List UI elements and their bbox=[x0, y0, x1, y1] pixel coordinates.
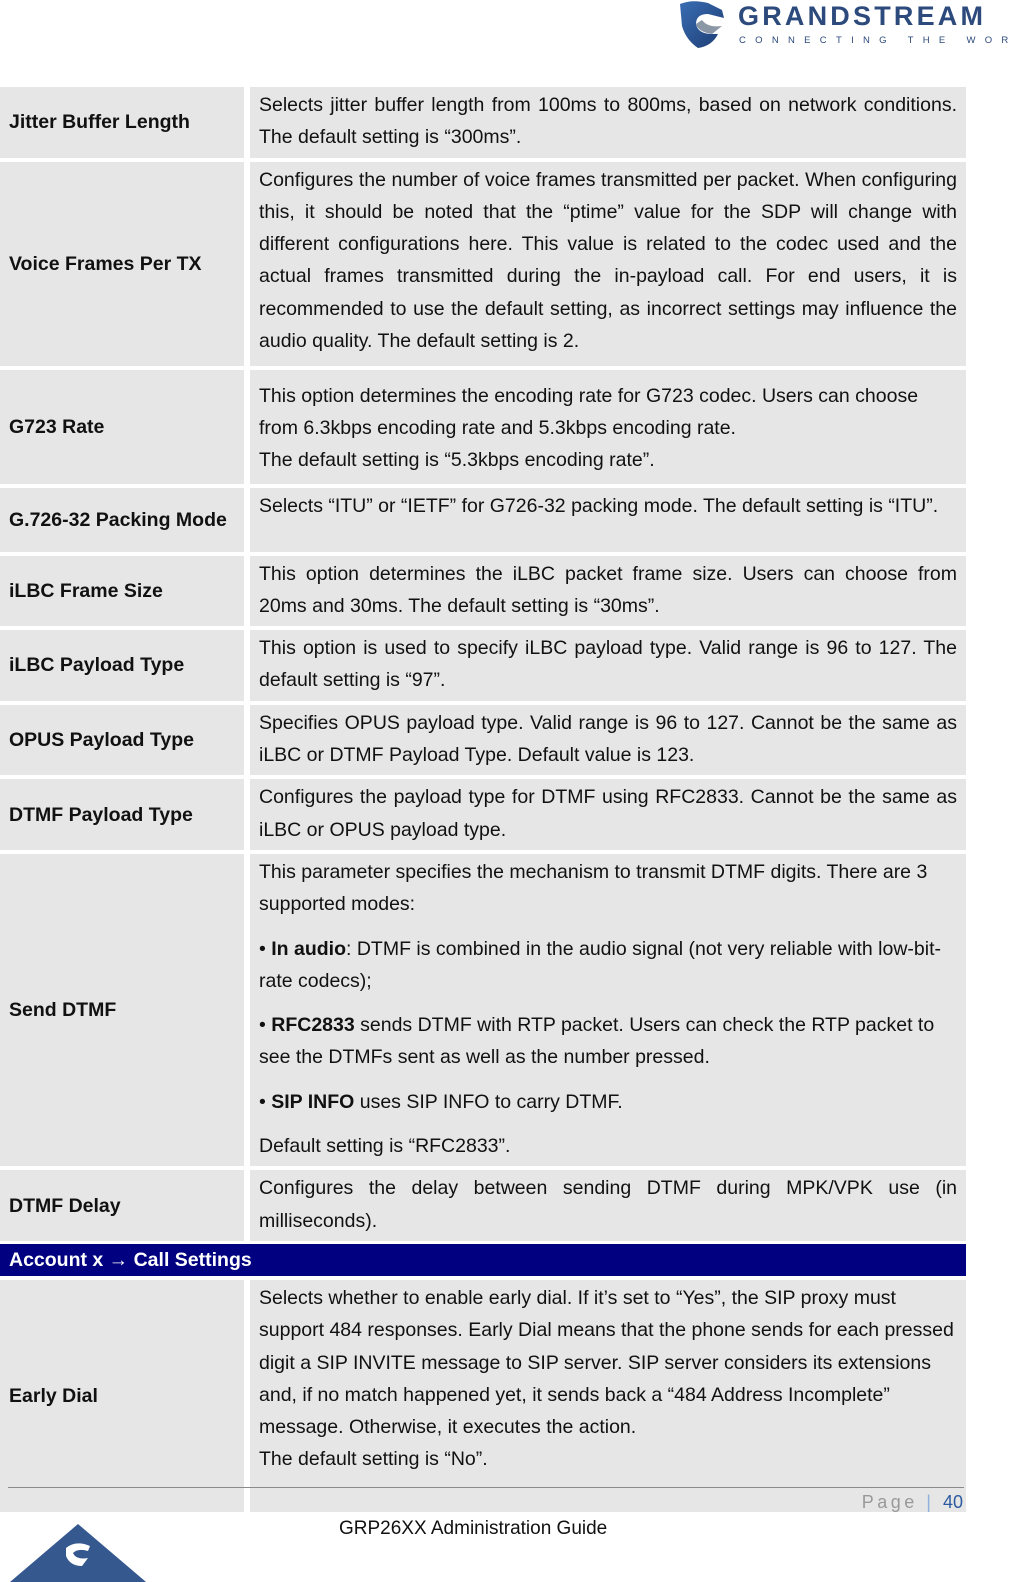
setting-name: DTMF Payload Type bbox=[0, 779, 244, 850]
description-paragraph: Configures the delay between sending DTM… bbox=[259, 1177, 957, 1232]
bullet-text: sends DTMF with RTP packet. Users can ch… bbox=[259, 1014, 935, 1069]
page-number-value: 40 bbox=[942, 1492, 963, 1512]
description-paragraph: Selects “ITU” or “IETF” for G726-32 pack… bbox=[259, 494, 939, 517]
bullet-text: : DTMF is combined in the audio signal (… bbox=[259, 937, 941, 992]
table-row: Send DTMF This parameter specifies the me… bbox=[0, 853, 966, 1167]
table-row: G.726-32 Packing Mode Selects “ITU” or “I… bbox=[0, 487, 966, 552]
table-row: DTMF Delay Configures the delay between s… bbox=[0, 1170, 966, 1241]
default-value: Default setting is “RFC2833”. bbox=[259, 1135, 511, 1158]
page-number: Page | 40 bbox=[862, 1492, 963, 1513]
setting-name: G.726-32 Packing Mode bbox=[0, 487, 244, 552]
setting-description: Configures the payload type for DTMF usi… bbox=[250, 779, 966, 850]
setting-description: Selects “ITU” or “IETF” for G726-32 pack… bbox=[250, 487, 966, 552]
bullet-term: SIP INFO bbox=[271, 1090, 355, 1113]
grandstream-triangle-logo-icon bbox=[10, 1524, 146, 1582]
bullet-icon: • bbox=[259, 1014, 272, 1037]
description-paragraph: The default setting is “5.3kbps encoding… bbox=[259, 449, 655, 472]
description-intro: This parameter specifies the mechanism t… bbox=[259, 860, 928, 916]
description-paragraph: This option determines the iLBC packet f… bbox=[259, 562, 957, 617]
table-row: iLBC Frame Size This option determines th… bbox=[0, 555, 966, 627]
table-row: Voice Frames Per TX Configures the number… bbox=[0, 161, 966, 366]
bullet-icon: • bbox=[259, 937, 272, 960]
table-row: OPUS Payload Type Specifies OPUS payload … bbox=[0, 704, 966, 776]
table-row: Jitter Buffer Length Selects jitter buffe… bbox=[0, 87, 966, 158]
description-paragraph: The default setting is “No”. bbox=[259, 1448, 488, 1471]
bullet-item: • SIP INFO uses SIP INFO to carry DTMF. bbox=[259, 1086, 957, 1118]
setting-name: Early Dial bbox=[0, 1279, 244, 1512]
table-row: iLBC Payload Type This option is used to … bbox=[0, 630, 966, 701]
description-paragraph: Selects whether to enable early dial. If… bbox=[259, 1286, 954, 1439]
setting-description: Configures the delay between sending DTM… bbox=[250, 1170, 966, 1241]
setting-description: Selects jitter buffer length from 100ms … bbox=[250, 87, 966, 158]
description-paragraph: This option is used to specify iLBC payl… bbox=[259, 637, 957, 692]
grandstream-logo-icon bbox=[680, 1, 724, 49]
setting-name: G723 Rate bbox=[0, 369, 244, 484]
bullet-text: uses SIP INFO to carry DTMF. bbox=[354, 1090, 623, 1113]
setting-name: Voice Frames Per TX bbox=[0, 161, 244, 366]
setting-name: iLBC Frame Size bbox=[0, 555, 244, 627]
settings-table: Jitter Buffer Length Selects jitter buffe… bbox=[0, 87, 966, 1516]
setting-description: This option determines the encoding rate… bbox=[250, 369, 966, 484]
bullet-term: In audio bbox=[271, 937, 346, 960]
brand-name: GRANDSTREAM bbox=[738, 1, 987, 31]
description-paragraph: Configures the payload type for DTMF usi… bbox=[259, 786, 957, 841]
page-label: Page bbox=[861, 1492, 918, 1512]
setting-description: Configures the number of voice frames tr… bbox=[250, 161, 966, 366]
description-paragraph: This option determines the encoding rate… bbox=[259, 384, 919, 439]
setting-name: Jitter Buffer Length bbox=[0, 87, 244, 158]
setting-name: Send DTMF bbox=[0, 853, 244, 1167]
bullet-term: RFC2833 bbox=[271, 1014, 355, 1037]
description-paragraph: Configures the number of voice frames tr… bbox=[259, 168, 957, 353]
setting-name: DTMF Delay bbox=[0, 1170, 244, 1241]
setting-description: Specifies OPUS payload type. Valid range… bbox=[250, 704, 966, 776]
setting-description: This option is used to specify iLBC payl… bbox=[250, 630, 966, 701]
description-paragraph: Selects jitter buffer length from 100ms … bbox=[259, 94, 957, 149]
table-row: Early Dial Selects whether to enable earl… bbox=[0, 1279, 966, 1512]
setting-name: iLBC Payload Type bbox=[0, 630, 244, 701]
bullet-item: • In audio: DTMF is combined in the audi… bbox=[259, 933, 957, 998]
setting-name: OPUS Payload Type bbox=[0, 704, 244, 776]
brand-tagline: CONNECTING THE WORLD bbox=[739, 35, 1017, 46]
setting-description: This parameter specifies the mechanism t… bbox=[250, 853, 966, 1167]
footer-divider bbox=[8, 1487, 964, 1488]
bullet-icon: • bbox=[259, 1090, 272, 1113]
setting-description: This option determines the iLBC packet f… bbox=[250, 555, 966, 627]
bullet-item: • RFC2833 sends DTMF with RTP packet. Us… bbox=[259, 1009, 957, 1074]
setting-description: Selects whether to enable early dial. If… bbox=[250, 1279, 966, 1512]
description-paragraph: Specifies OPUS payload type. Valid range… bbox=[259, 711, 957, 767]
header-logo: GRANDSTREAM CONNECTING THE WORLD bbox=[678, 0, 1017, 52]
table-row: DTMF Payload Type Configures the payload … bbox=[0, 779, 966, 850]
section-header: Account x → Call Settings bbox=[0, 1243, 966, 1276]
page-separator: | bbox=[926, 1492, 935, 1512]
document-title: GRP26XX Administration Guide bbox=[339, 1518, 608, 1539]
table-row: G723 Rate This option determines the enco… bbox=[0, 369, 966, 484]
